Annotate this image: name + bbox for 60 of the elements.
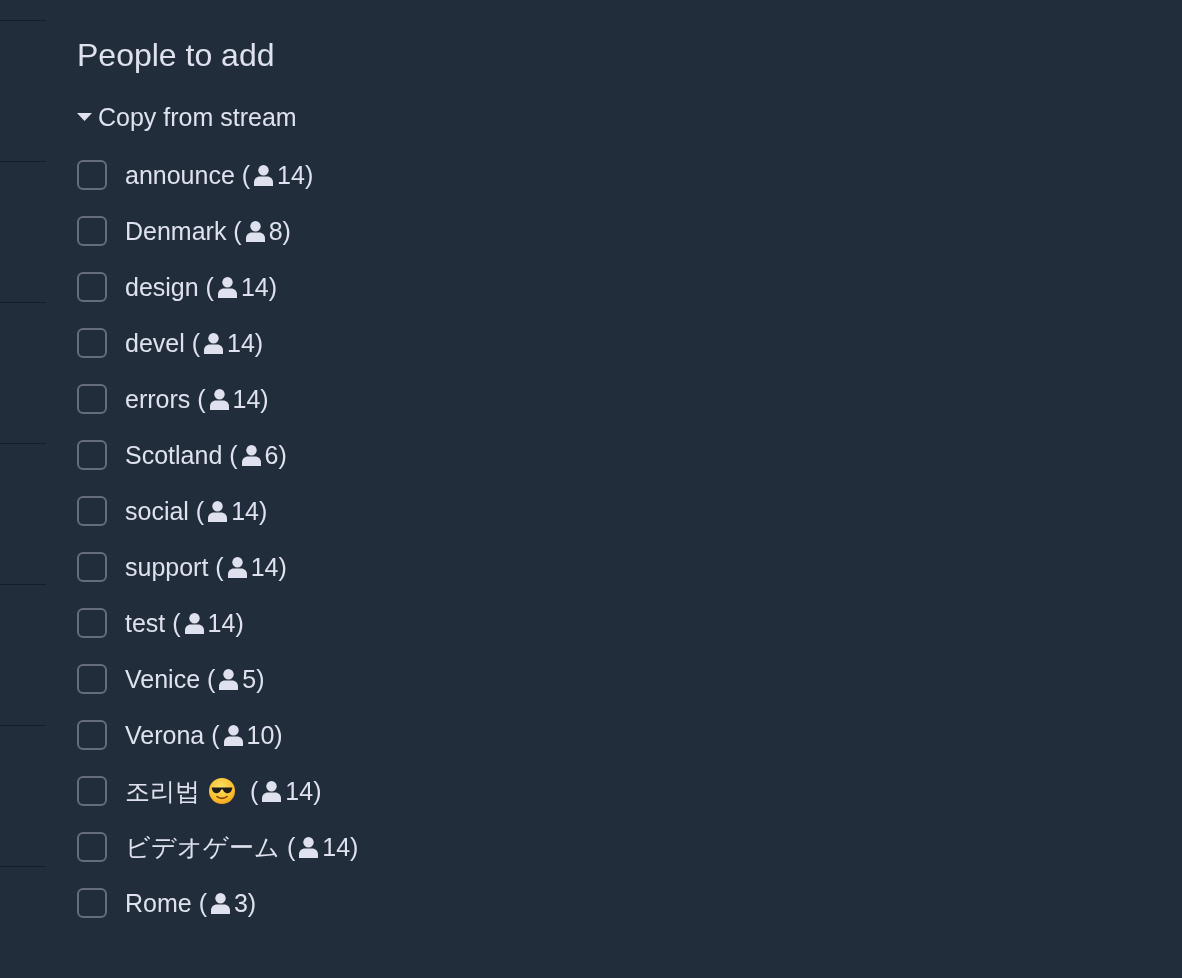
user-icon — [223, 724, 243, 746]
subscriber-count: 5) — [242, 664, 265, 695]
stream-name: ( — [250, 776, 259, 807]
subscriber-count: 8) — [268, 216, 291, 247]
subscriber-count: 14) — [240, 272, 278, 303]
user-icon — [209, 388, 229, 410]
stream-name: devel ( — [125, 328, 201, 359]
subscriber-count: 14) — [207, 608, 244, 639]
checkbox[interactable] — [77, 664, 107, 694]
stream-name: Verona ( — [125, 720, 220, 751]
subscriber-count: 10) — [246, 720, 283, 751]
subscriber-count: 14) — [285, 776, 322, 807]
subscriber-count: 14) — [231, 496, 268, 527]
checkbox[interactable] — [77, 440, 107, 470]
checkbox[interactable] — [77, 216, 107, 246]
stream-name: social ( — [125, 496, 205, 527]
checkbox[interactable] — [77, 496, 107, 526]
user-icon — [254, 164, 274, 186]
stream-name: Rome ( — [125, 888, 207, 919]
user-icon — [219, 668, 239, 690]
sunglasses-face-icon — [209, 778, 235, 804]
section-heading: People to add — [77, 36, 275, 75]
subscriber-count: 3) — [233, 888, 257, 919]
user-icon — [299, 836, 319, 858]
subscriber-count: 14) — [227, 328, 264, 359]
stream-name: Scotland ( — [125, 440, 238, 471]
subscriber-count: 14) — [322, 832, 359, 863]
checkbox[interactable] — [77, 552, 107, 582]
stream-name: Denmark ( — [125, 216, 242, 247]
checkbox[interactable] — [77, 272, 107, 302]
user-icon — [241, 444, 261, 466]
subscriber-count: 6) — [264, 440, 287, 471]
user-icon — [184, 612, 204, 634]
subscriber-count: 14) — [232, 384, 269, 415]
user-icon — [245, 220, 265, 242]
user-icon — [227, 556, 247, 578]
stream-name: Venice ( — [125, 664, 216, 695]
stream-name: 조리법 — [125, 776, 200, 807]
stream-name: support ( — [125, 552, 224, 583]
user-icon — [210, 892, 230, 914]
stream-name: ビデオゲーム ( — [125, 832, 296, 863]
checkbox[interactable] — [77, 608, 107, 638]
checkbox[interactable] — [77, 832, 107, 862]
checkbox[interactable] — [77, 720, 107, 750]
checkbox[interactable] — [77, 384, 107, 414]
checkbox[interactable] — [77, 888, 107, 918]
stream-name: announce ( — [125, 160, 251, 191]
stream-name: errors ( — [125, 384, 206, 415]
user-icon — [208, 500, 228, 522]
user-icon — [217, 276, 237, 298]
checkbox[interactable] — [77, 776, 107, 806]
stream-name: test ( — [125, 608, 181, 639]
checkbox[interactable] — [77, 328, 107, 358]
copy-from-stream-toggle[interactable]: Copy from stream — [77, 101, 297, 133]
checkbox[interactable] — [77, 160, 107, 190]
user-icon — [262, 780, 282, 802]
stream-name: design ( — [125, 272, 214, 303]
user-icon — [204, 332, 224, 354]
subscriber-count: 14) — [250, 552, 287, 583]
subscriber-count: 14) — [277, 160, 314, 191]
